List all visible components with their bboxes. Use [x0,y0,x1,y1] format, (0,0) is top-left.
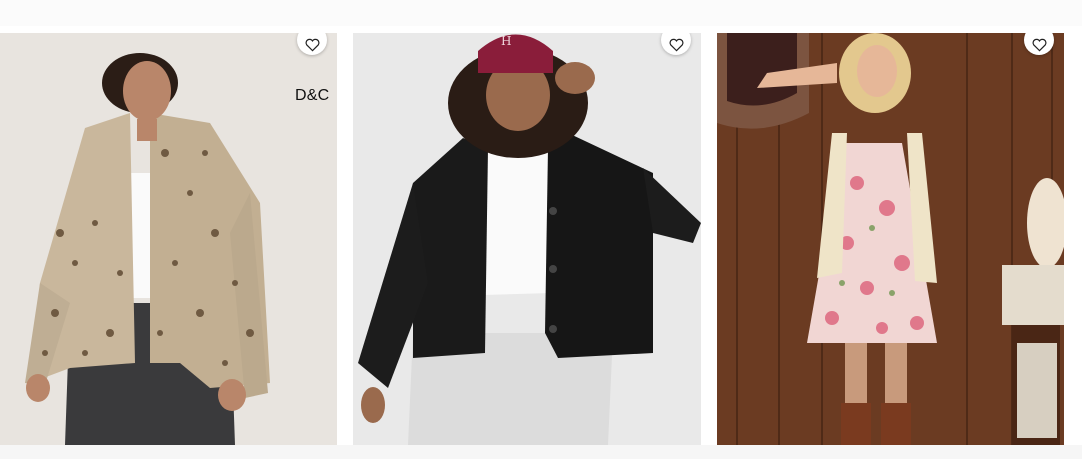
product-card-1[interactable]: D&C [0,33,337,445]
leopard-print-denim-jacket-photo[interactable] [0,33,337,445]
brand-tag: D&C [295,87,330,104]
floral-mini-dress-photo[interactable] [717,33,1064,445]
heart-outline-icon [669,38,683,51]
black-sherpa-jacket-photo[interactable]: H [353,33,701,445]
top-strip [0,0,1082,26]
heart-outline-icon [1032,38,1046,51]
svg-text:H: H [501,34,511,48]
heart-outline-icon [305,38,319,51]
bottom-strip [0,445,1082,459]
product-card-2[interactable]: H [353,33,701,445]
product-card-3[interactable] [717,33,1064,445]
